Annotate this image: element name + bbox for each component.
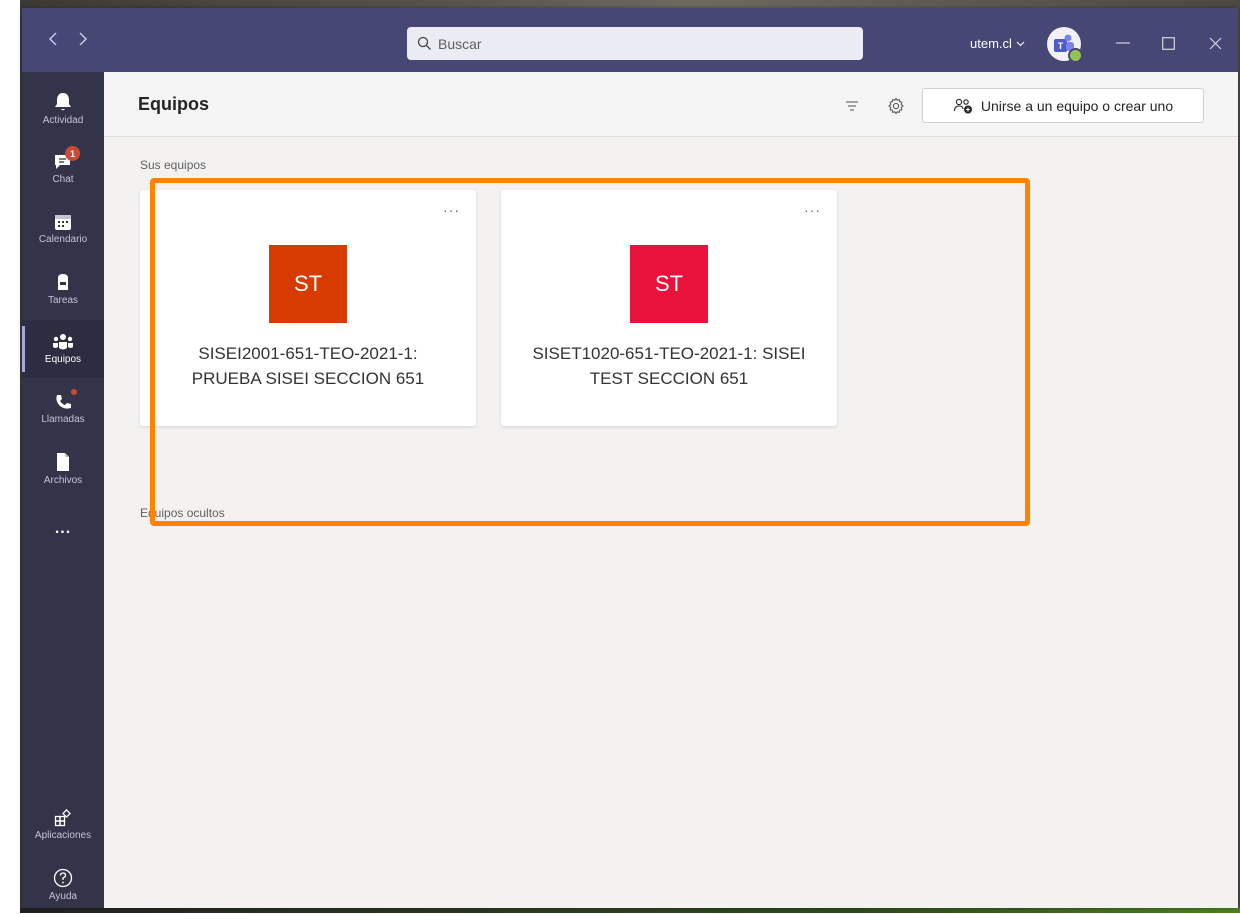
rail-item-label: Llamadas: [41, 414, 85, 425]
rail-item-tasks[interactable]: Tareas: [22, 260, 104, 318]
maximize-button[interactable]: [1155, 30, 1181, 56]
join-team-icon: [953, 98, 972, 113]
main-header: Equipos Unirse a un equipo o crear uno: [104, 72, 1238, 137]
chevron-left-icon: [48, 32, 57, 46]
minimize-button[interactable]: [1110, 30, 1136, 56]
section-hidden-teams: Equipos ocultos: [140, 506, 225, 520]
rail-item-label: Chat: [52, 174, 74, 185]
calendar-icon: [55, 215, 71, 230]
more-icon: ...: [54, 520, 72, 537]
rail-item-label: Aplicaciones: [34, 830, 92, 841]
filter-icon: [846, 101, 858, 111]
team-name-line: TEST SECCION 651: [589, 369, 749, 388]
team-name: SISET1020-651-TEO-2021-1: SISEI TEST SEC…: [521, 341, 817, 391]
more-options-button[interactable]: ···: [443, 202, 460, 218]
rail-item-label: Calendario: [38, 234, 88, 245]
rail-item-calendar[interactable]: Calendario: [22, 200, 104, 258]
team-avatar: ST: [269, 245, 347, 323]
join-button-label: Unirse a un equipo o crear uno: [980, 97, 1174, 114]
rail-item-label: Equipos: [44, 354, 82, 365]
tenant-name: utem.cl: [970, 36, 1012, 51]
close-icon: [1209, 37, 1221, 49]
notification-dot: [71, 389, 77, 395]
section-your-teams: Sus equipos: [140, 158, 207, 172]
back-button[interactable]: [42, 28, 64, 50]
forward-button[interactable]: [72, 28, 94, 50]
rail-item-teams[interactable]: Equipos: [22, 320, 104, 378]
rail-item-files[interactable]: Archivos: [22, 440, 104, 498]
backpack-icon: [58, 274, 68, 290]
close-button[interactable]: [1202, 30, 1228, 56]
rail-item-label: Archivos: [43, 475, 83, 486]
title-bar: Buscar utem.cl T: [22, 8, 1238, 72]
teams-window: Buscar utem.cl T Actividad Chat 1 Calend…: [22, 8, 1238, 908]
teams-icon: [53, 334, 73, 350]
settings-button[interactable]: [886, 96, 906, 116]
minimize-icon: [1116, 42, 1130, 44]
rail-item-calls[interactable]: Llamadas: [22, 380, 104, 438]
apps-icon: [54, 809, 71, 827]
svg-text:T: T: [1058, 41, 1064, 51]
rail-item-activity[interactable]: Actividad: [22, 80, 104, 138]
app-rail: Actividad Chat 1 Calendario Tareas Equip…: [22, 72, 104, 908]
team-avatar: ST: [630, 245, 708, 323]
chevron-down-icon: [1016, 41, 1025, 46]
rail-item-chat[interactable]: Chat 1: [22, 140, 104, 198]
bell-icon: [55, 93, 71, 111]
team-name-line: PRUEBA SISEI SECCION 651: [191, 369, 425, 388]
search-input[interactable]: Buscar: [407, 27, 863, 60]
avatar[interactable]: T: [1047, 27, 1083, 63]
phone-icon: [56, 395, 71, 409]
team-name-line: SISEI2001-651-TEO-2021-1:: [198, 344, 418, 363]
rail-item-apps[interactable]: Aplicaciones: [22, 796, 104, 854]
rail-item-help[interactable]: Ayuda: [22, 856, 104, 914]
team-card[interactable]: ··· ST SISEI2001-651-TEO-2021-1: PRUEBA …: [140, 190, 476, 426]
more-options-button[interactable]: ···: [804, 202, 821, 218]
search-placeholder: Buscar: [438, 35, 482, 52]
maximize-icon: [1161, 36, 1175, 50]
page-title: Equipos: [138, 94, 209, 114]
filter-button[interactable]: [842, 96, 862, 116]
team-name: SISEI2001-651-TEO-2021-1: PRUEBA SISEI S…: [160, 341, 456, 391]
file-icon: [57, 453, 69, 471]
unread-badge: 1: [65, 146, 80, 161]
rail-item-label: Tareas: [47, 295, 78, 306]
team-card[interactable]: ··· ST SISET1020-651-TEO-2021-1: SISEI T…: [501, 190, 837, 426]
gear-icon: [888, 97, 904, 115]
presence-indicator: [1068, 48, 1083, 63]
team-name-line: SISET1020-651-TEO-2021-1: SISEI: [532, 344, 806, 363]
rail-item-label: Actividad: [42, 115, 84, 126]
desktop-taskbar-edge: [20, 908, 1240, 913]
search-icon: [417, 36, 432, 51]
help-icon: [53, 868, 73, 888]
tenant-switcher[interactable]: utem.cl: [970, 36, 1025, 51]
rail-item-more[interactable]: ...: [22, 500, 104, 558]
chevron-right-icon: [79, 32, 88, 46]
join-or-create-team-button[interactable]: Unirse a un equipo o crear uno: [922, 88, 1204, 123]
rail-item-label: Ayuda: [48, 891, 78, 902]
